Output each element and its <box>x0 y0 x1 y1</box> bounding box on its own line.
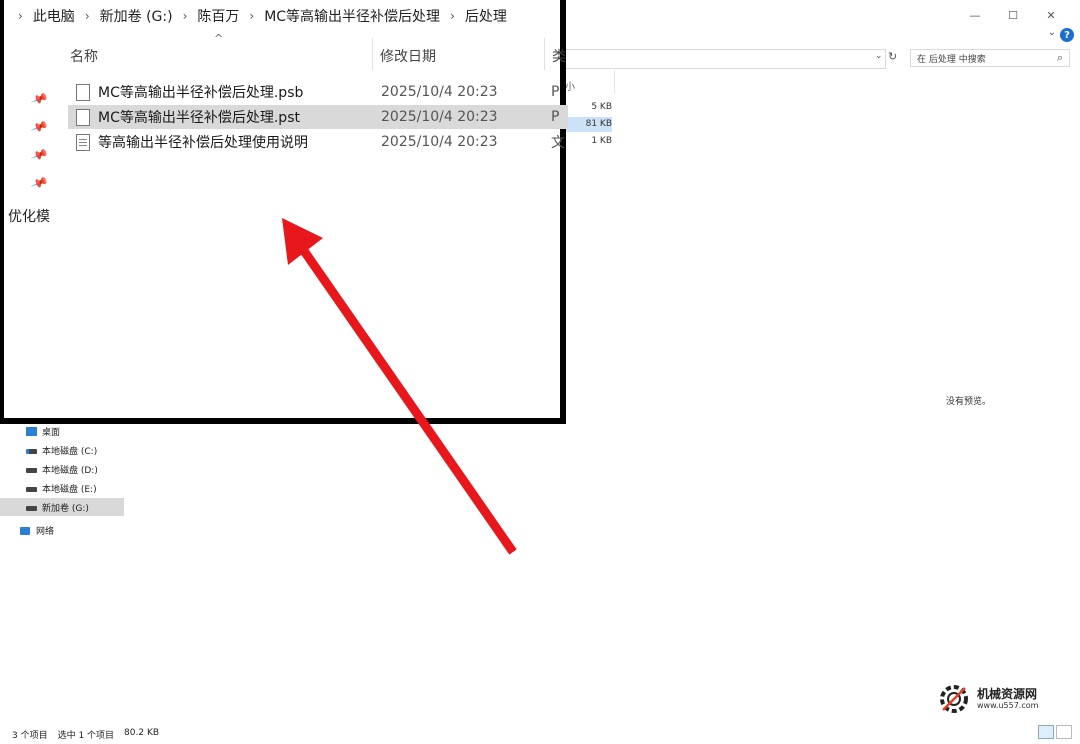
red-arrow-annotation <box>282 218 517 555</box>
